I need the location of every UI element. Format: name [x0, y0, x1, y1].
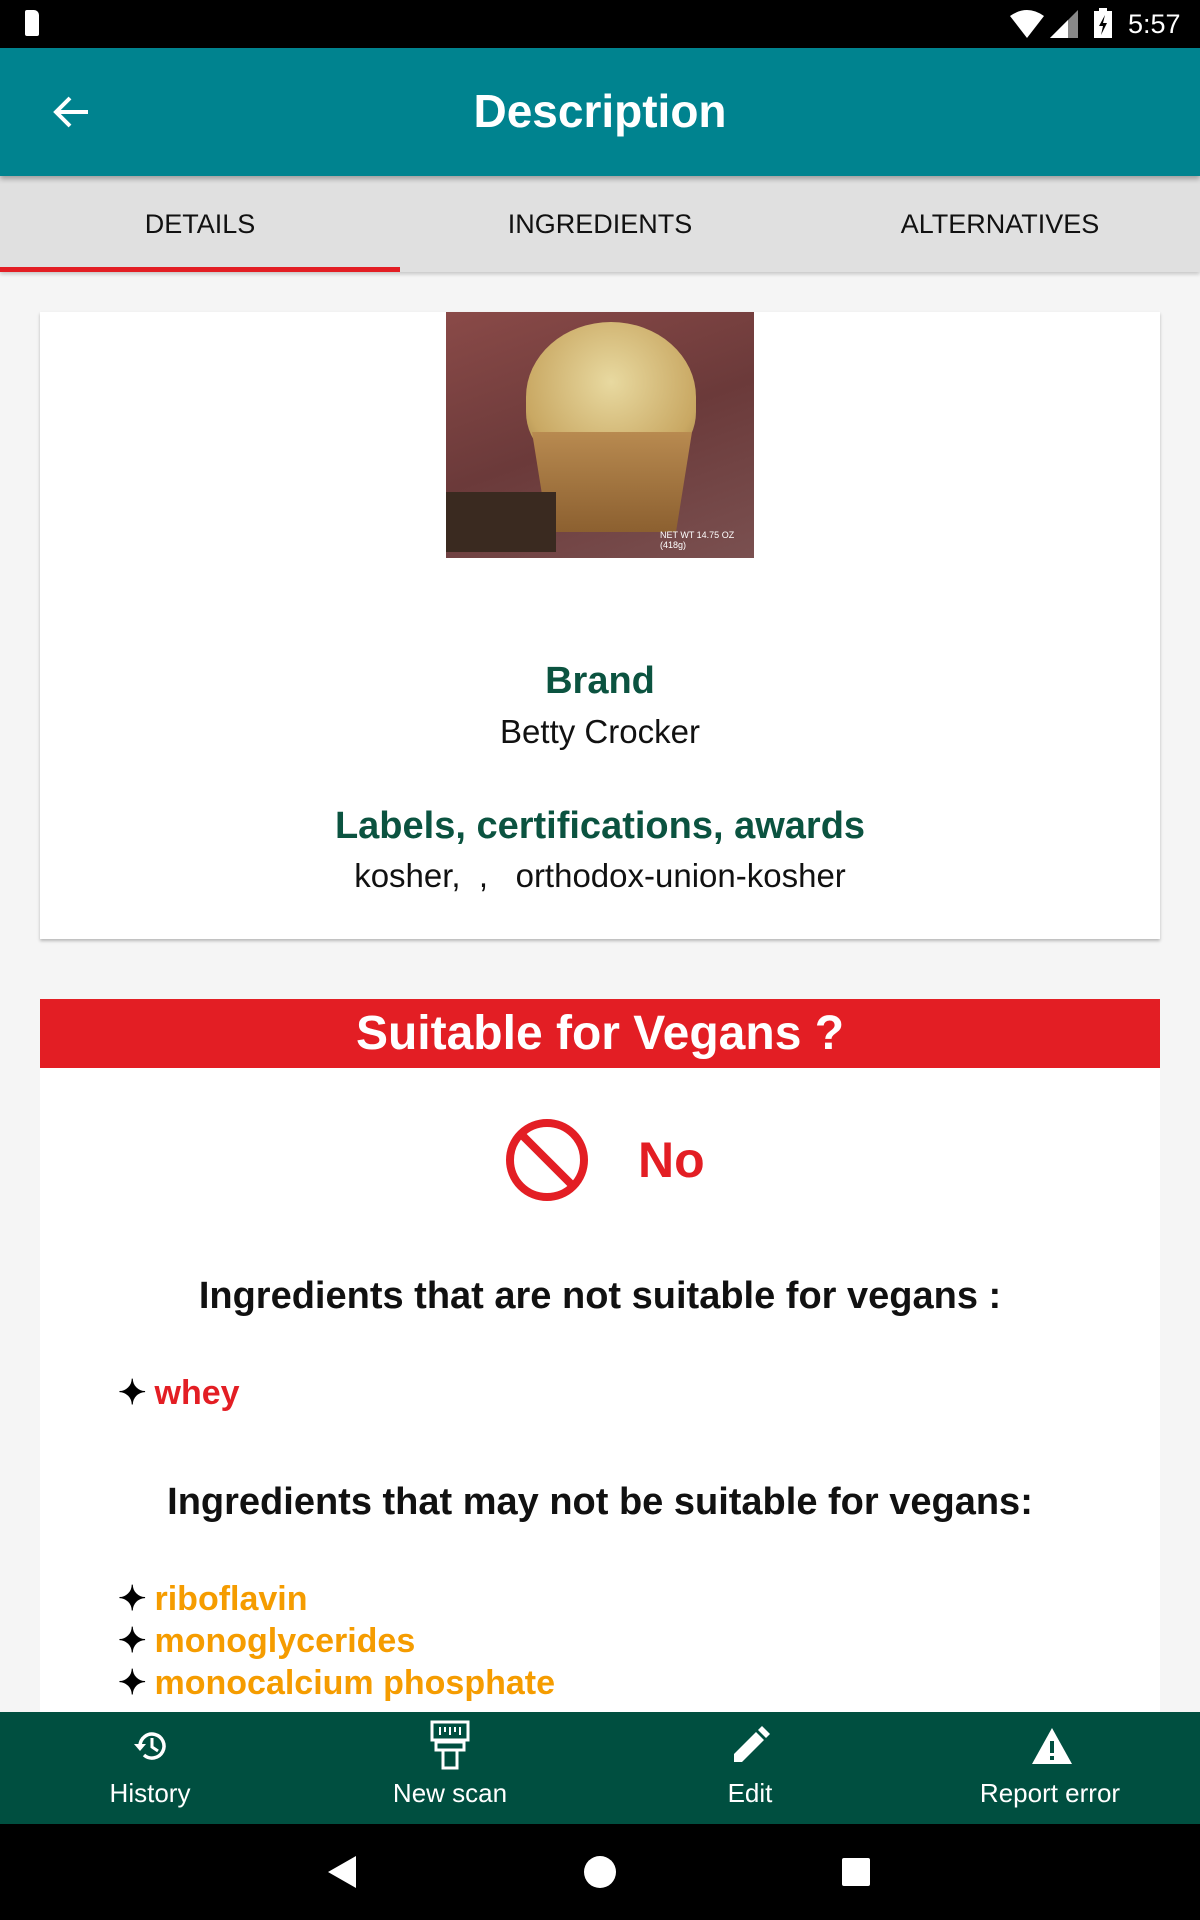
product-image[interactable]: NET WT 14.75 OZ (418g) — [446, 312, 754, 558]
status-time: 5:57 — [1128, 9, 1181, 39]
tab-alternatives[interactable]: ALTERNATIVES — [800, 176, 1200, 272]
product-card: NET WT 14.75 OZ (418g) Brand Betty Crock… — [40, 312, 1160, 939]
list-item[interactable]: ✦ monocalcium phosphate — [118, 1663, 555, 1703]
history-icon — [134, 1732, 166, 1760]
recents-nav-icon[interactable] — [842, 1858, 870, 1886]
not-suitable-heading: Ingredients that are not suitable for ve… — [198, 1275, 1002, 1317]
list-item[interactable]: ✦ whey — [118, 1373, 240, 1413]
tab-ingredients[interactable]: INGREDIENTS — [400, 176, 800, 272]
labels-value: kosher, , orthodox-union-kosher — [354, 857, 846, 894]
star-bullet-icon: ✦ — [118, 1374, 147, 1412]
report-error-button[interactable]: Report error — [900, 1712, 1200, 1824]
warning-icon — [1032, 1728, 1072, 1764]
battery-charging-icon — [1094, 8, 1112, 38]
barcode-scanner-icon — [430, 1720, 470, 1770]
home-nav-icon[interactable] — [584, 1856, 616, 1888]
brand-value: Betty Crocker — [500, 713, 700, 750]
maybe-heading: Ingredients that may not be suitable for… — [167, 1481, 1033, 1523]
tab-indicator — [0, 267, 400, 272]
star-bullet-icon: ✦ — [118, 1664, 147, 1702]
app-bar: Description — [0, 48, 1200, 176]
new-scan-button[interactable]: New scan — [300, 1712, 600, 1824]
prohibited-icon — [506, 1119, 588, 1201]
pencil-icon — [734, 1726, 770, 1762]
page-title: Description — [473, 85, 727, 137]
list-item[interactable]: ✦ riboflavin — [118, 1579, 308, 1619]
signal-icon — [1050, 10, 1078, 38]
vegan-verdict: No — [638, 1132, 705, 1188]
history-button[interactable]: History — [0, 1712, 300, 1824]
labels-heading: Labels, certifications, awards — [334, 805, 866, 847]
bottom-nav: History New scan Edit Report error — [0, 1712, 1200, 1824]
edit-button[interactable]: Edit — [600, 1712, 900, 1824]
product-image-text: NET WT 14.75 OZ (418g) — [660, 530, 735, 550]
tab-details[interactable]: DETAILS — [0, 176, 400, 272]
wifi-icon — [1010, 10, 1044, 38]
star-bullet-icon: ✦ — [118, 1622, 147, 1660]
sd-card-icon — [25, 10, 39, 36]
back-nav-icon[interactable] — [328, 1856, 358, 1888]
star-bullet-icon: ✦ — [118, 1580, 147, 1618]
vegan-section: Suitable for Vegans ? No Ingredients tha… — [40, 999, 1160, 1759]
list-item[interactable]: ✦ monoglycerides — [118, 1621, 415, 1661]
brand-heading: Brand — [545, 660, 655, 702]
tab-bar: DETAILS INGREDIENTS ALTERNATIVES — [0, 176, 1200, 272]
vegan-banner: Suitable for Vegans ? — [40, 999, 1160, 1068]
system-nav-bar — [0, 1824, 1200, 1920]
status-bar: 5:57 — [0, 0, 1200, 48]
